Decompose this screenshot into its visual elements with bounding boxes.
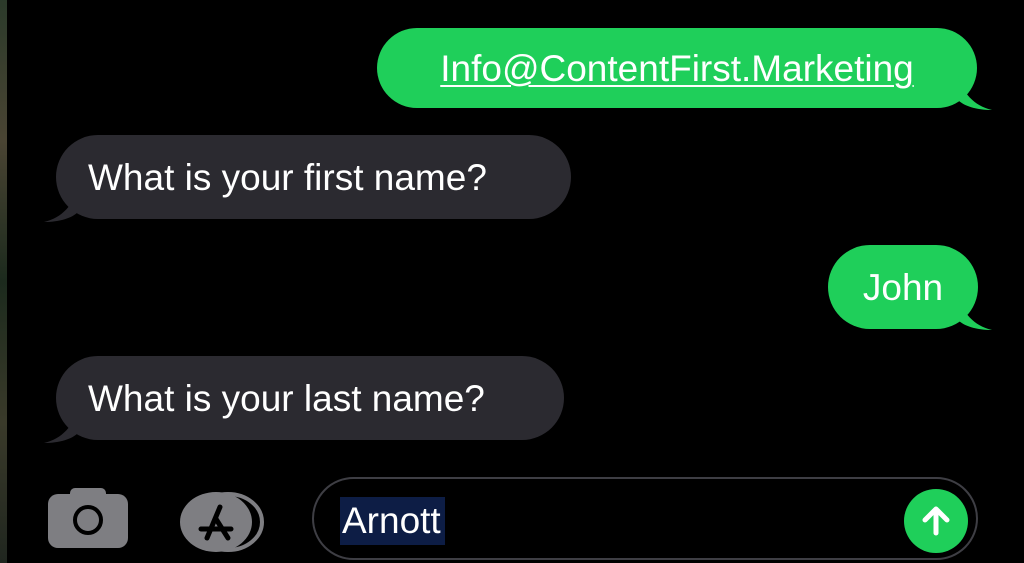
bubble-tail <box>958 296 992 330</box>
bubble-tail <box>958 76 992 110</box>
camera-lens <box>73 505 103 535</box>
email-link[interactable]: Info@ContentFirst.Marketing <box>440 50 914 87</box>
camera-icon[interactable] <box>48 488 128 548</box>
message-text: What is your first name? <box>88 156 487 198</box>
sent-message-bubble: John <box>828 245 978 329</box>
send-button[interactable] <box>904 489 968 553</box>
bubble-tail <box>44 409 78 443</box>
arrow-up-icon <box>922 506 950 536</box>
messages-screen: Info@ContentFirst.Marketing What is your… <box>0 0 1024 563</box>
bubble-tail <box>44 188 78 222</box>
background-edge-strip <box>0 0 7 563</box>
message-text: What is your last name? <box>88 377 485 419</box>
camera-bump <box>70 488 106 498</box>
received-message-bubble: What is your first name? <box>56 135 571 219</box>
received-message-bubble: What is your last name? <box>56 356 564 440</box>
app-store-icon[interactable] <box>180 492 266 552</box>
sent-message-bubble[interactable]: Info@ContentFirst.Marketing <box>377 28 977 108</box>
message-text: John <box>862 266 944 308</box>
message-input[interactable]: Arnott <box>312 477 978 560</box>
message-input-value[interactable]: Arnott <box>340 497 445 545</box>
